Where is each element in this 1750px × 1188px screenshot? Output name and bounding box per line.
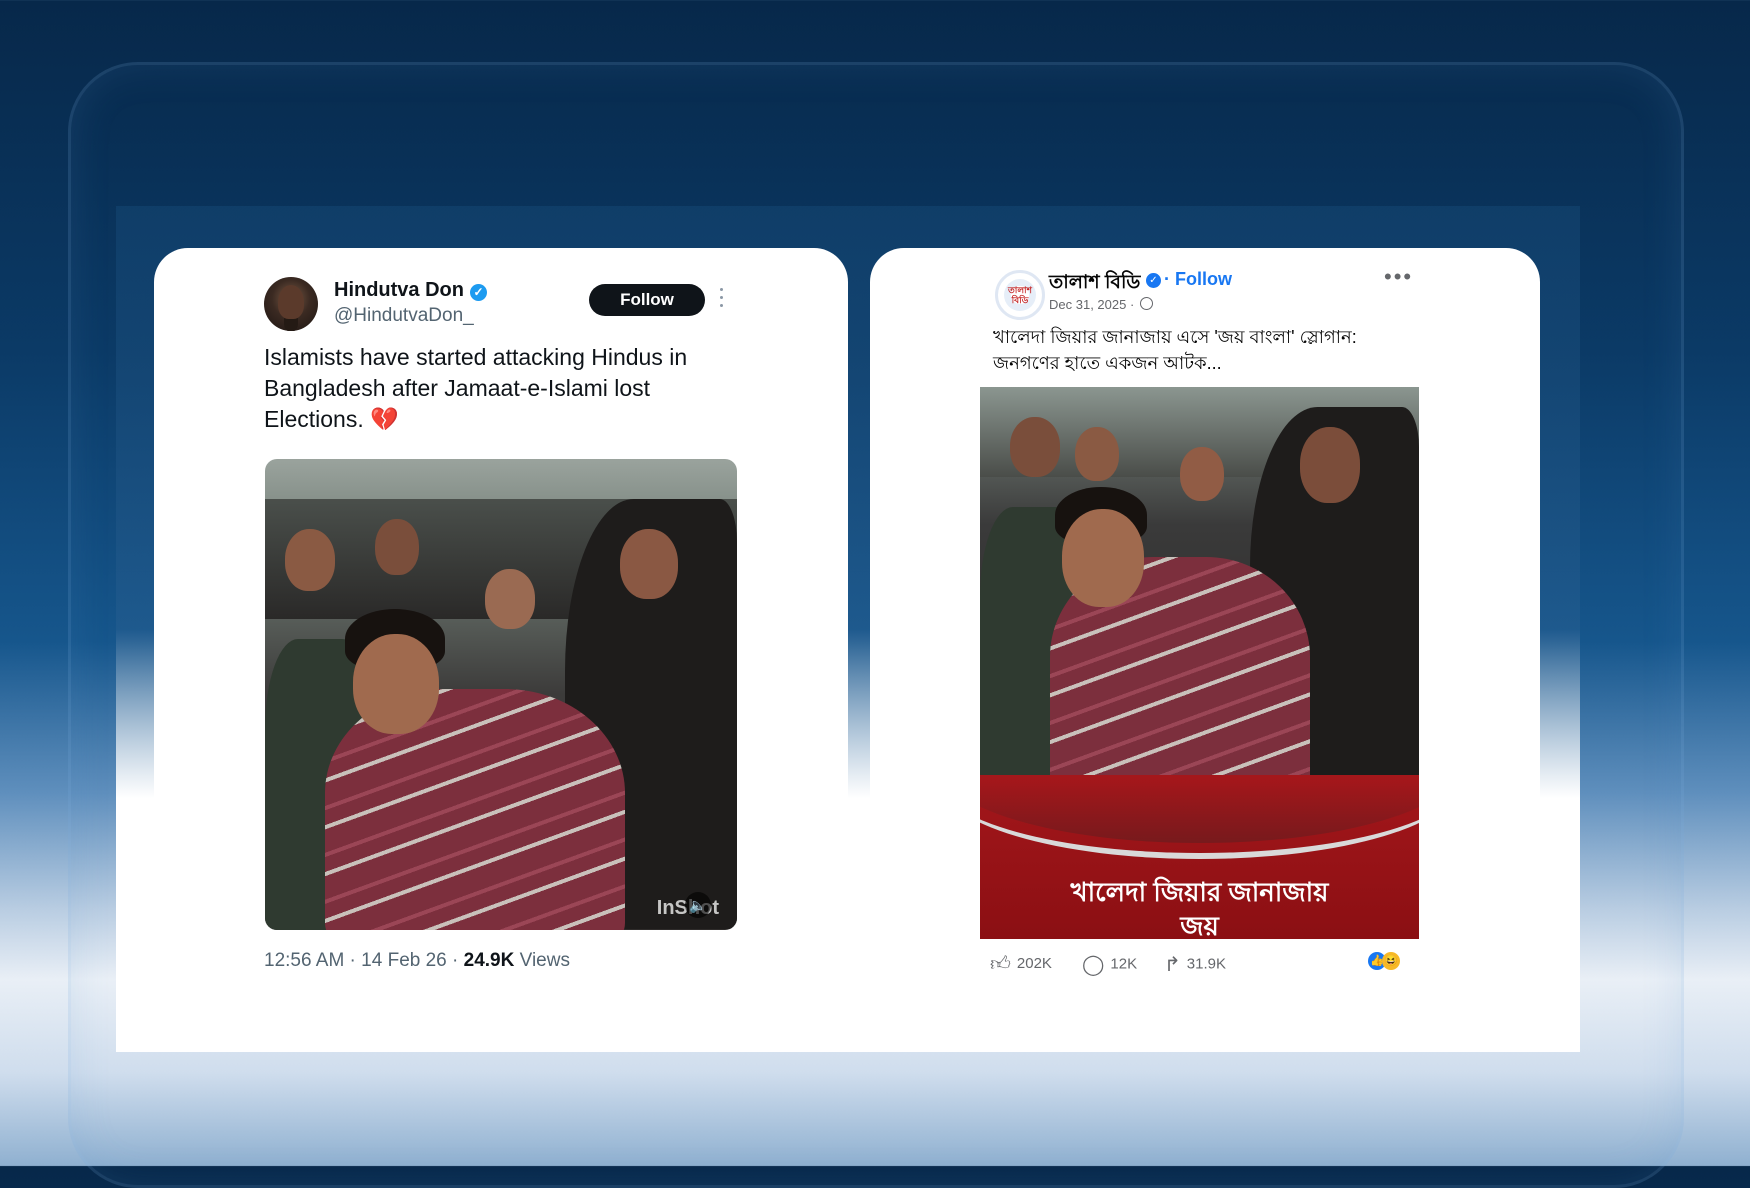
page-follow-button[interactable]: · Follow: [1164, 269, 1232, 290]
more-options-icon[interactable]: [720, 288, 724, 308]
banner-arc: [980, 703, 1419, 859]
post-date-text[interactable]: Dec 31, 2025: [1049, 297, 1126, 312]
tweet-display-name[interactable]: Hindutva Don: [334, 279, 464, 302]
haha-reaction-icon[interactable]: 😆: [1382, 952, 1400, 970]
person-face: [1300, 427, 1360, 503]
comment-count: 12K: [1110, 955, 1138, 973]
broken-heart-emoji: 💔: [370, 406, 399, 432]
thumbs-up-icon[interactable]: 👍︎: [990, 952, 1011, 976]
more-options-icon[interactable]: •••: [1384, 264, 1413, 290]
person-face: [285, 529, 335, 591]
speaker-icon[interactable]: 🔈: [685, 892, 711, 918]
comment-icon[interactable]: ◯: [1082, 952, 1104, 977]
person-face: [375, 519, 419, 575]
person-face: [1010, 417, 1060, 477]
globe-icon: [1140, 297, 1153, 310]
like-action[interactable]: 👍︎ 202K: [990, 952, 1052, 976]
verified-badge-icon: ✓: [470, 284, 487, 301]
tweet-metadata: 12:56 AM · 14 Feb 26 · 24.9K Views: [264, 950, 570, 971]
tweet-avatar[interactable]: [264, 277, 318, 331]
tweet-text: Islamists have started attacking Hindus …: [264, 342, 724, 435]
post-caption: খালেদা জিয়ার জানাজায় এসে 'জয় বাংলা' স…: [993, 327, 1357, 373]
follow-label[interactable]: Follow: [1175, 269, 1232, 289]
page-avatar[interactable]: তালাশ বিডি: [995, 270, 1045, 320]
tweet-handle[interactable]: @HindutvaDon_: [334, 305, 474, 327]
tweet-time[interactable]: 12:56 AM: [264, 950, 344, 971]
page-name[interactable]: তালাশ বিডি: [1049, 268, 1140, 300]
banner-line-2: জয়: [1180, 911, 1219, 939]
tweet-views-count: 24.9K: [463, 950, 515, 971]
tweet-follow-button[interactable]: Follow: [589, 284, 705, 316]
banner-line-1: খালেদা জিয়ার জানাজায়: [1070, 877, 1329, 907]
person-face: [1075, 427, 1119, 481]
person-face: [620, 529, 678, 599]
share-count: 31.9K: [1186, 955, 1226, 973]
share-icon[interactable]: ↱: [1164, 952, 1181, 977]
person-face: [1180, 447, 1224, 501]
tweet-video[interactable]: InShot 🔈: [265, 459, 737, 930]
like-count: 202K: [1016, 954, 1052, 972]
post-date[interactable]: Dec 31, 2025 ·: [1049, 297, 1134, 312]
share-action[interactable]: ↱ 31.9K: [1164, 952, 1226, 977]
verified-badge-icon: ✓: [1146, 273, 1161, 288]
person-face: [1062, 509, 1144, 607]
tweet-views-label: Views: [519, 950, 570, 971]
comment-action[interactable]: ◯ 12K: [1082, 952, 1137, 977]
banner-headline: খালেদা জিয়ার জানাজায় জয়: [980, 875, 1419, 939]
page-logo: তালাশ বিডি: [1004, 279, 1036, 311]
person-face: [485, 569, 535, 629]
person-face: [353, 634, 439, 734]
post-image[interactable]: খালেদা জিয়ার জানাজায় জয়: [980, 387, 1419, 939]
tweet-date[interactable]: 14 Feb 26: [361, 950, 447, 971]
tweet-text-body: Islamists have started attacking Hindus …: [264, 344, 688, 432]
